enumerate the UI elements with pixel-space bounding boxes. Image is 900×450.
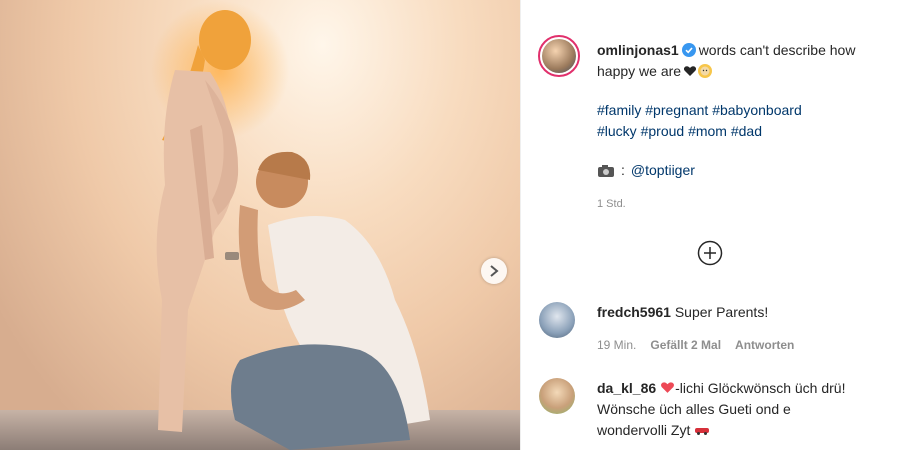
avatar-image xyxy=(542,39,576,73)
chevron-right-icon xyxy=(490,265,499,277)
hashtag-babyonboard[interactable]: #babyonboard xyxy=(712,102,802,118)
comment-username[interactable]: fredch5961 xyxy=(597,304,671,320)
comment-avatar[interactable] xyxy=(539,378,575,414)
post-timestamp[interactable]: 1 Std. xyxy=(597,198,626,210)
carousel-next-button[interactable] xyxy=(481,258,507,284)
hashtag-family[interactable]: #family xyxy=(597,102,641,118)
heart-emoji-icon xyxy=(684,66,697,76)
camera-icon xyxy=(598,164,614,177)
hashtag-proud[interactable]: #proud xyxy=(641,123,685,139)
credit-mention[interactable]: @toptiiger xyxy=(631,160,695,181)
comment-text: Super Parents! xyxy=(674,304,769,320)
hashtag-mom[interactable]: #mom xyxy=(688,123,727,139)
post-caption: omlinjonas1 words can't describe how happ… xyxy=(597,40,887,82)
comment-username[interactable]: da_kl_86 xyxy=(597,380,656,396)
post-side-panel: omlinjonas1 words can't describe how happ… xyxy=(520,0,900,450)
comment-time[interactable]: 19 Min. xyxy=(597,338,636,352)
couple-silhouette-illustration xyxy=(156,10,430,450)
photo-credit: : @toptiiger xyxy=(597,160,695,181)
comment-body: fredch5961 Super Parents! xyxy=(597,302,859,323)
red-heart-emoji-icon xyxy=(661,382,675,393)
load-more-comments-button[interactable] xyxy=(697,240,723,266)
author-avatar[interactable] xyxy=(538,35,580,77)
plus-circle-icon xyxy=(697,240,723,266)
comment-meta: 19 Min. Gefällt 2 Mal Antworten xyxy=(597,338,794,352)
car-emoji-icon xyxy=(695,428,710,435)
hashtag-lucky[interactable]: #lucky xyxy=(597,123,637,139)
comment-body: da_kl_86 -lichi Glöckwönsch üch drü! Wön… xyxy=(597,378,859,441)
comment-reply-button[interactable]: Antworten xyxy=(735,338,794,352)
baby-emoji-icon xyxy=(698,64,713,78)
comment-avatar[interactable] xyxy=(539,302,575,338)
verified-badge-icon xyxy=(681,43,696,57)
post-photo[interactable] xyxy=(0,0,520,450)
hashtag-pregnant[interactable]: #pregnant xyxy=(645,102,708,118)
hashtag-list: #family #pregnant #babyonboard #lucky #p… xyxy=(597,100,887,142)
comment-likes[interactable]: Gefällt 2 Mal xyxy=(650,338,721,352)
hashtag-dad[interactable]: #dad xyxy=(731,123,762,139)
author-username[interactable]: omlinjonas1 xyxy=(597,42,679,58)
